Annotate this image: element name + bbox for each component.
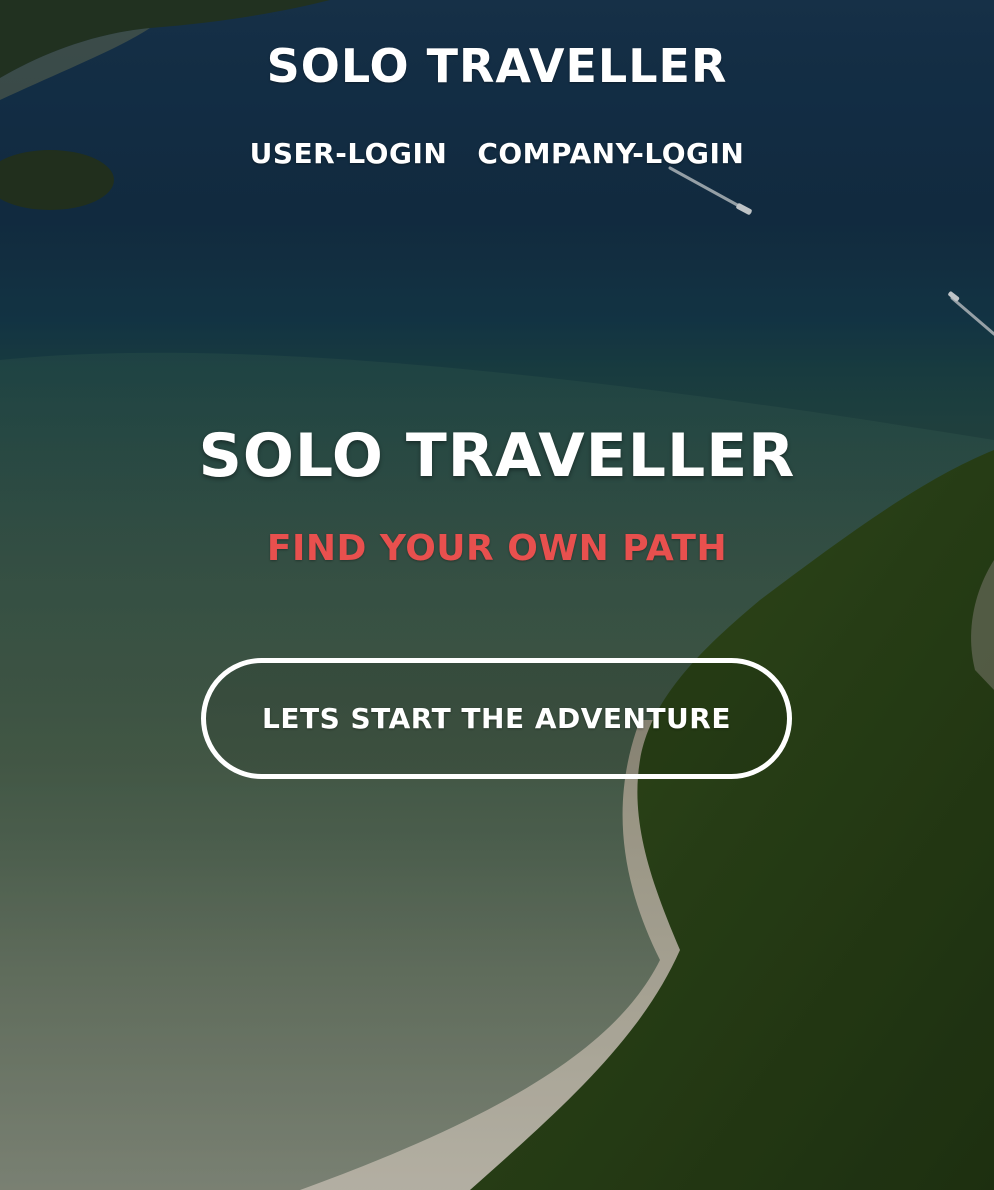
company-login-link[interactable]: COMPANY-LOGIN [477,136,744,172]
site-header: SOLO TRAVELLER USER-LOGIN COMPANY-LOGIN [0,0,994,200]
site-logo-text[interactable]: SOLO TRAVELLER [0,38,994,94]
top-nav: USER-LOGIN COMPANY-LOGIN [0,136,994,172]
user-login-link[interactable]: USER-LOGIN [250,136,448,172]
hero-title: SOLO TRAVELLER [198,421,796,491]
start-adventure-button[interactable]: LETS START THE ADVENTURE [201,658,792,779]
hero-subtitle: FIND YOUR OWN PATH [266,528,728,569]
landing-page: SOLO TRAVELLER USER-LOGIN COMPANY-LOGIN … [0,0,994,1190]
